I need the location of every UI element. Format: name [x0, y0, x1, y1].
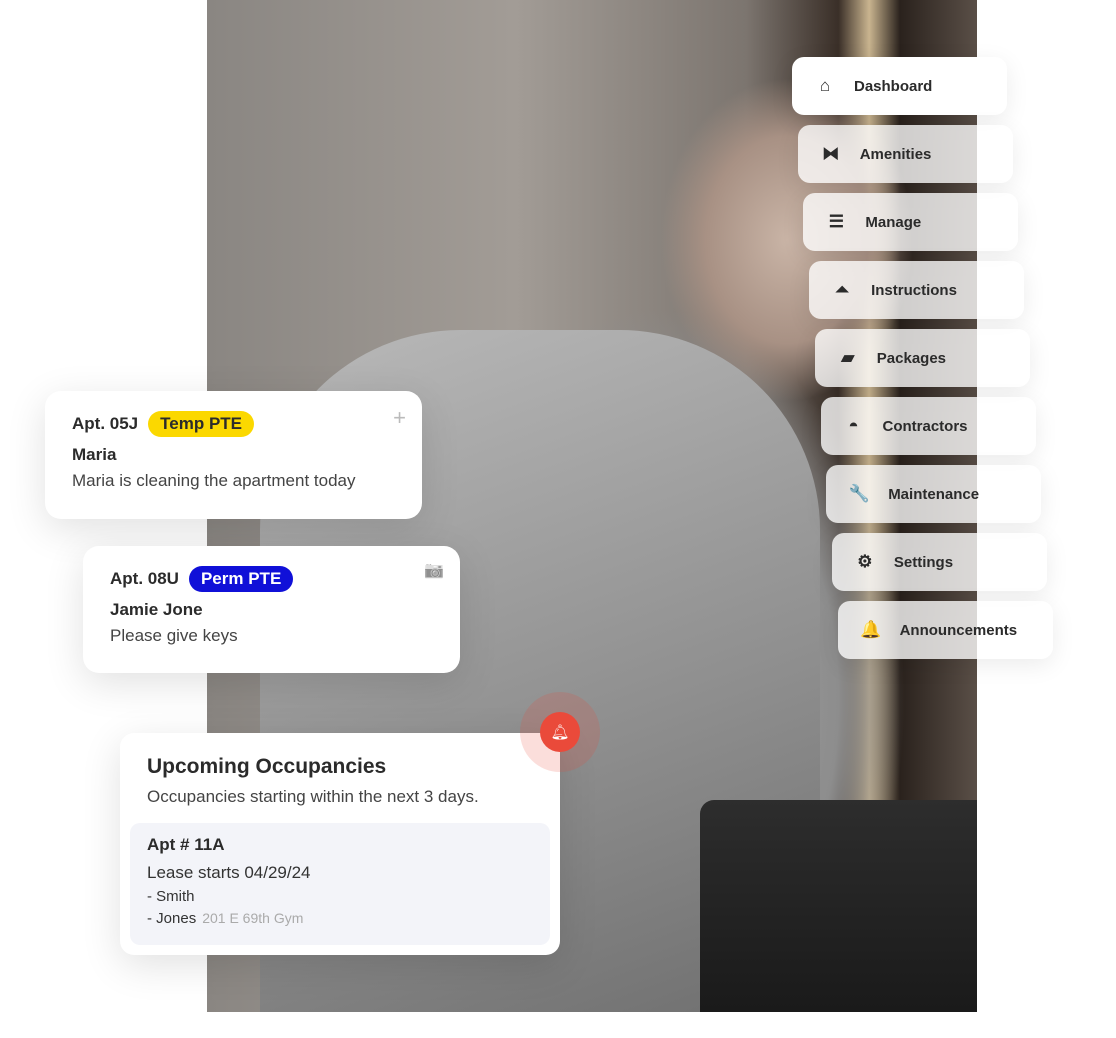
gears-icon: ⚙	[857, 552, 873, 571]
occupancy-item[interactable]: Apt # 11A Lease starts 04/29/24 - Smith …	[130, 823, 550, 945]
nav-label: Contractors	[882, 417, 968, 435]
wrench-icon: 🔧	[848, 484, 870, 503]
plus-icon[interactable]: +	[393, 405, 406, 431]
note-text: Maria is cleaning the apartment today	[72, 471, 356, 490]
upcoming-occupancies-card: Upcoming Occupancies Occupancies startin…	[120, 733, 560, 955]
nav-label: Announcements	[899, 621, 1018, 639]
box-icon: ▰	[841, 348, 855, 367]
bell-icon: 🔔	[860, 620, 882, 639]
tenant-name: - Smith	[147, 888, 195, 905]
nav-label: Amenities	[859, 145, 932, 163]
apartment-label: Apt. 08U	[110, 569, 179, 588]
nav-label: Maintenance	[888, 485, 980, 503]
hard-hat-icon: ◓	[848, 416, 859, 435]
nav-item-amenities[interactable]: ⧓ Amenities	[797, 125, 1013, 183]
note-card-05j[interactable]: Apt. 05J Temp PTE Maria Maria is cleaning…	[45, 391, 422, 519]
note-card-08u[interactable]: Apt. 08U Perm PTE Jamie Jone Please give …	[83, 546, 460, 673]
tenant-name: - Jones	[147, 910, 197, 927]
bell-icon: 🔔︎	[550, 724, 570, 741]
perm-pte-badge: Perm PTE	[188, 566, 294, 592]
nav-item-manage[interactable]: ☰ Manage	[803, 193, 1019, 251]
tenant-location: 201 E 69th Gym	[202, 910, 304, 926]
photo-desk-monitor	[700, 800, 977, 1012]
checklist-icon: ☰	[828, 212, 845, 231]
alert-bell-button[interactable]: 🔔︎	[540, 712, 580, 752]
nav-item-packages[interactable]: ▰ Packages	[814, 329, 1030, 387]
camera-icon[interactable]: 📷	[424, 560, 444, 580]
nav-item-settings[interactable]: ⚙ Settings	[831, 533, 1047, 591]
nav-item-maintenance[interactable]: 🔧 Maintenance	[826, 465, 1042, 523]
note-text: Please give keys	[110, 626, 238, 645]
lease-start: Lease starts 04/29/24	[147, 863, 311, 882]
nav-label: Dashboard	[854, 77, 933, 95]
apartment-label: Apt. 05J	[72, 414, 139, 433]
concierge-bell-icon: ⏶	[835, 280, 849, 299]
nav-item-announcements[interactable]: 🔔 Announcements	[837, 601, 1053, 659]
nav-item-instructions[interactable]: ⏶ Instructions	[809, 261, 1025, 319]
nav-label: Instructions	[871, 281, 957, 299]
occupancies-title: Upcoming Occupancies	[147, 755, 387, 778]
occupancies-subtitle: Occupancies starting within the next 3 d…	[147, 787, 479, 806]
person-name: Jamie Jone	[110, 600, 203, 619]
occupancy-apartment: Apt # 11A	[147, 835, 225, 854]
nav-label: Manage	[865, 213, 922, 231]
nav-item-contractors[interactable]: ◓ Contractors	[820, 397, 1036, 455]
nav-item-dashboard[interactable]: ⌂ Dashboard	[792, 57, 1007, 115]
person-name: Maria	[72, 445, 117, 464]
nav-label: Packages	[876, 349, 947, 367]
home-icon: ⌂	[819, 76, 831, 95]
nav-label: Settings	[893, 553, 954, 571]
dumbbell-icon: ⧓	[822, 144, 840, 163]
temp-pte-badge: Temp PTE	[148, 411, 255, 437]
